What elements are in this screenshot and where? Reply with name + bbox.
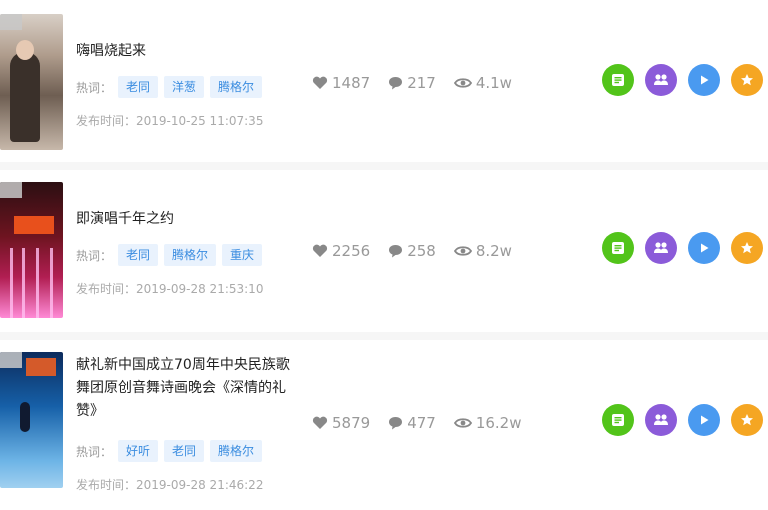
view-count-value: 16.2w <box>475 414 522 432</box>
item-divider <box>0 162 768 170</box>
item-actions <box>602 64 768 96</box>
play-button[interactable] <box>688 404 720 436</box>
thumbnail-light-beam <box>22 248 25 318</box>
comment-bubble-icon <box>389 77 403 90</box>
singers-group-icon <box>654 414 668 425</box>
hot-words-label: 热词： <box>76 444 113 459</box>
thumbnail-figure <box>10 52 40 142</box>
like-count-value: 2256 <box>332 242 371 260</box>
thumbnail-badge <box>0 14 22 30</box>
thumbnail-badge <box>0 182 22 198</box>
view-count-value: 4.1w <box>475 74 512 92</box>
video-stats: 1487 217 4.1w <box>312 74 530 92</box>
tag-chip[interactable]: 好听 <box>118 440 159 462</box>
video-thumbnail[interactable] <box>0 14 63 150</box>
tag-chip[interactable]: 腾格尔 <box>210 440 263 462</box>
thumbnail-banner <box>26 358 56 376</box>
publish-time: 发布时间：2019-09-28 21:46:22 <box>76 478 264 492</box>
list-item[interactable]: 即演唱千年之约 热词： 老同 腾格尔 重庆 发布时间：2019-09-28 21… <box>0 172 768 322</box>
lyrics-list-icon <box>612 74 624 86</box>
play-icon <box>701 415 709 425</box>
view-count-value: 8.2w <box>475 242 512 260</box>
video-thumbnail[interactable] <box>0 182 63 318</box>
thumbnail-light-beam <box>50 248 53 318</box>
thumbnail-face <box>16 40 34 60</box>
heart-icon <box>312 76 328 89</box>
like-count-value: 1487 <box>332 74 371 92</box>
lyrics-button[interactable] <box>602 404 634 436</box>
star-icon <box>741 414 753 426</box>
video-stats: 5879 477 16.2w <box>312 414 540 432</box>
video-list: 嗨唱烧起来 热词： 老同 洋葱 腾格尔 发布时间：2019-10-25 11:0… <box>0 0 768 510</box>
hot-words: 热词： 老同 洋葱 腾格尔 <box>76 76 268 98</box>
like-count: 5879 <box>312 414 370 432</box>
heart-icon <box>312 416 328 429</box>
view-count: 16.2w <box>453 414 522 432</box>
view-count: 4.1w <box>453 74 512 92</box>
favorite-button[interactable] <box>731 404 763 436</box>
comment-count: 258 <box>388 242 436 260</box>
eye-icon <box>453 418 472 428</box>
tag-chip[interactable]: 老同 <box>164 440 205 462</box>
video-title[interactable]: 献礼新中国成立70周年中央民族歌舞团原创音舞诗画晚会《深情的礼赞》 <box>76 354 296 423</box>
like-count-value: 5879 <box>332 414 371 432</box>
video-title[interactable]: 嗨唱烧起来 <box>76 40 296 63</box>
list-item[interactable]: 嗨唱烧起来 热词： 老同 洋葱 腾格尔 发布时间：2019-10-25 11:0… <box>0 4 768 154</box>
star-icon <box>741 242 753 254</box>
thumbnail-light-beam <box>10 248 13 318</box>
item-divider <box>0 332 768 340</box>
comment-count-value: 477 <box>407 414 436 432</box>
lyrics-button[interactable] <box>602 64 634 96</box>
publish-time: 发布时间：2019-10-25 11:07:35 <box>76 114 264 128</box>
like-count: 2256 <box>312 242 370 260</box>
play-button[interactable] <box>688 232 720 264</box>
thumbnail-badge <box>0 352 22 368</box>
comment-bubble-icon <box>389 417 403 430</box>
item-actions <box>602 232 768 264</box>
like-count: 1487 <box>312 74 370 92</box>
eye-icon <box>453 78 472 88</box>
thumbnail-figure <box>20 402 30 432</box>
lyrics-list-icon <box>612 242 624 254</box>
hot-words: 热词： 老同 腾格尔 重庆 <box>76 244 268 266</box>
list-item[interactable]: 献礼新中国成立70周年中央民族歌舞团原创音舞诗画晚会《深情的礼赞》 热词： 好听… <box>0 342 768 492</box>
singers-group-icon <box>654 74 668 85</box>
thumbnail-light-beam <box>36 248 39 318</box>
eye-icon <box>453 246 472 256</box>
lyrics-list-icon <box>612 414 624 426</box>
play-button[interactable] <box>688 64 720 96</box>
favorite-button[interactable] <box>731 64 763 96</box>
tag-chip[interactable]: 老同 <box>118 76 159 98</box>
video-title[interactable]: 即演唱千年之约 <box>76 208 296 231</box>
singers-group-icon <box>654 242 668 253</box>
tag-chip[interactable]: 洋葱 <box>164 76 205 98</box>
star-icon <box>741 74 753 86</box>
lyrics-button[interactable] <box>602 232 634 264</box>
comment-count: 217 <box>388 74 436 92</box>
video-stats: 2256 258 8.2w <box>312 242 530 260</box>
hot-words-label: 热词： <box>76 248 113 263</box>
comment-count-value: 258 <box>407 242 436 260</box>
comment-count: 477 <box>388 414 436 432</box>
hot-words: 热词： 好听 老同 腾格尔 <box>76 440 268 462</box>
comment-bubble-icon <box>389 245 403 258</box>
play-icon <box>701 243 709 253</box>
favorite-button[interactable] <box>731 232 763 264</box>
play-icon <box>701 75 709 85</box>
comment-count-value: 217 <box>407 74 436 92</box>
tag-chip[interactable]: 重庆 <box>222 244 263 266</box>
tag-chip[interactable]: 老同 <box>118 244 159 266</box>
heart-icon <box>312 244 328 257</box>
singers-button[interactable] <box>645 64 677 96</box>
video-thumbnail[interactable] <box>0 352 63 488</box>
tag-chip[interactable]: 腾格尔 <box>164 244 217 266</box>
publish-time: 发布时间：2019-09-28 21:53:10 <box>76 282 264 296</box>
view-count: 8.2w <box>453 242 512 260</box>
singers-button[interactable] <box>645 404 677 436</box>
singers-button[interactable] <box>645 232 677 264</box>
hot-words-label: 热词： <box>76 80 113 95</box>
thumbnail-logo <box>14 216 54 234</box>
item-actions <box>602 404 768 436</box>
tag-chip[interactable]: 腾格尔 <box>210 76 263 98</box>
